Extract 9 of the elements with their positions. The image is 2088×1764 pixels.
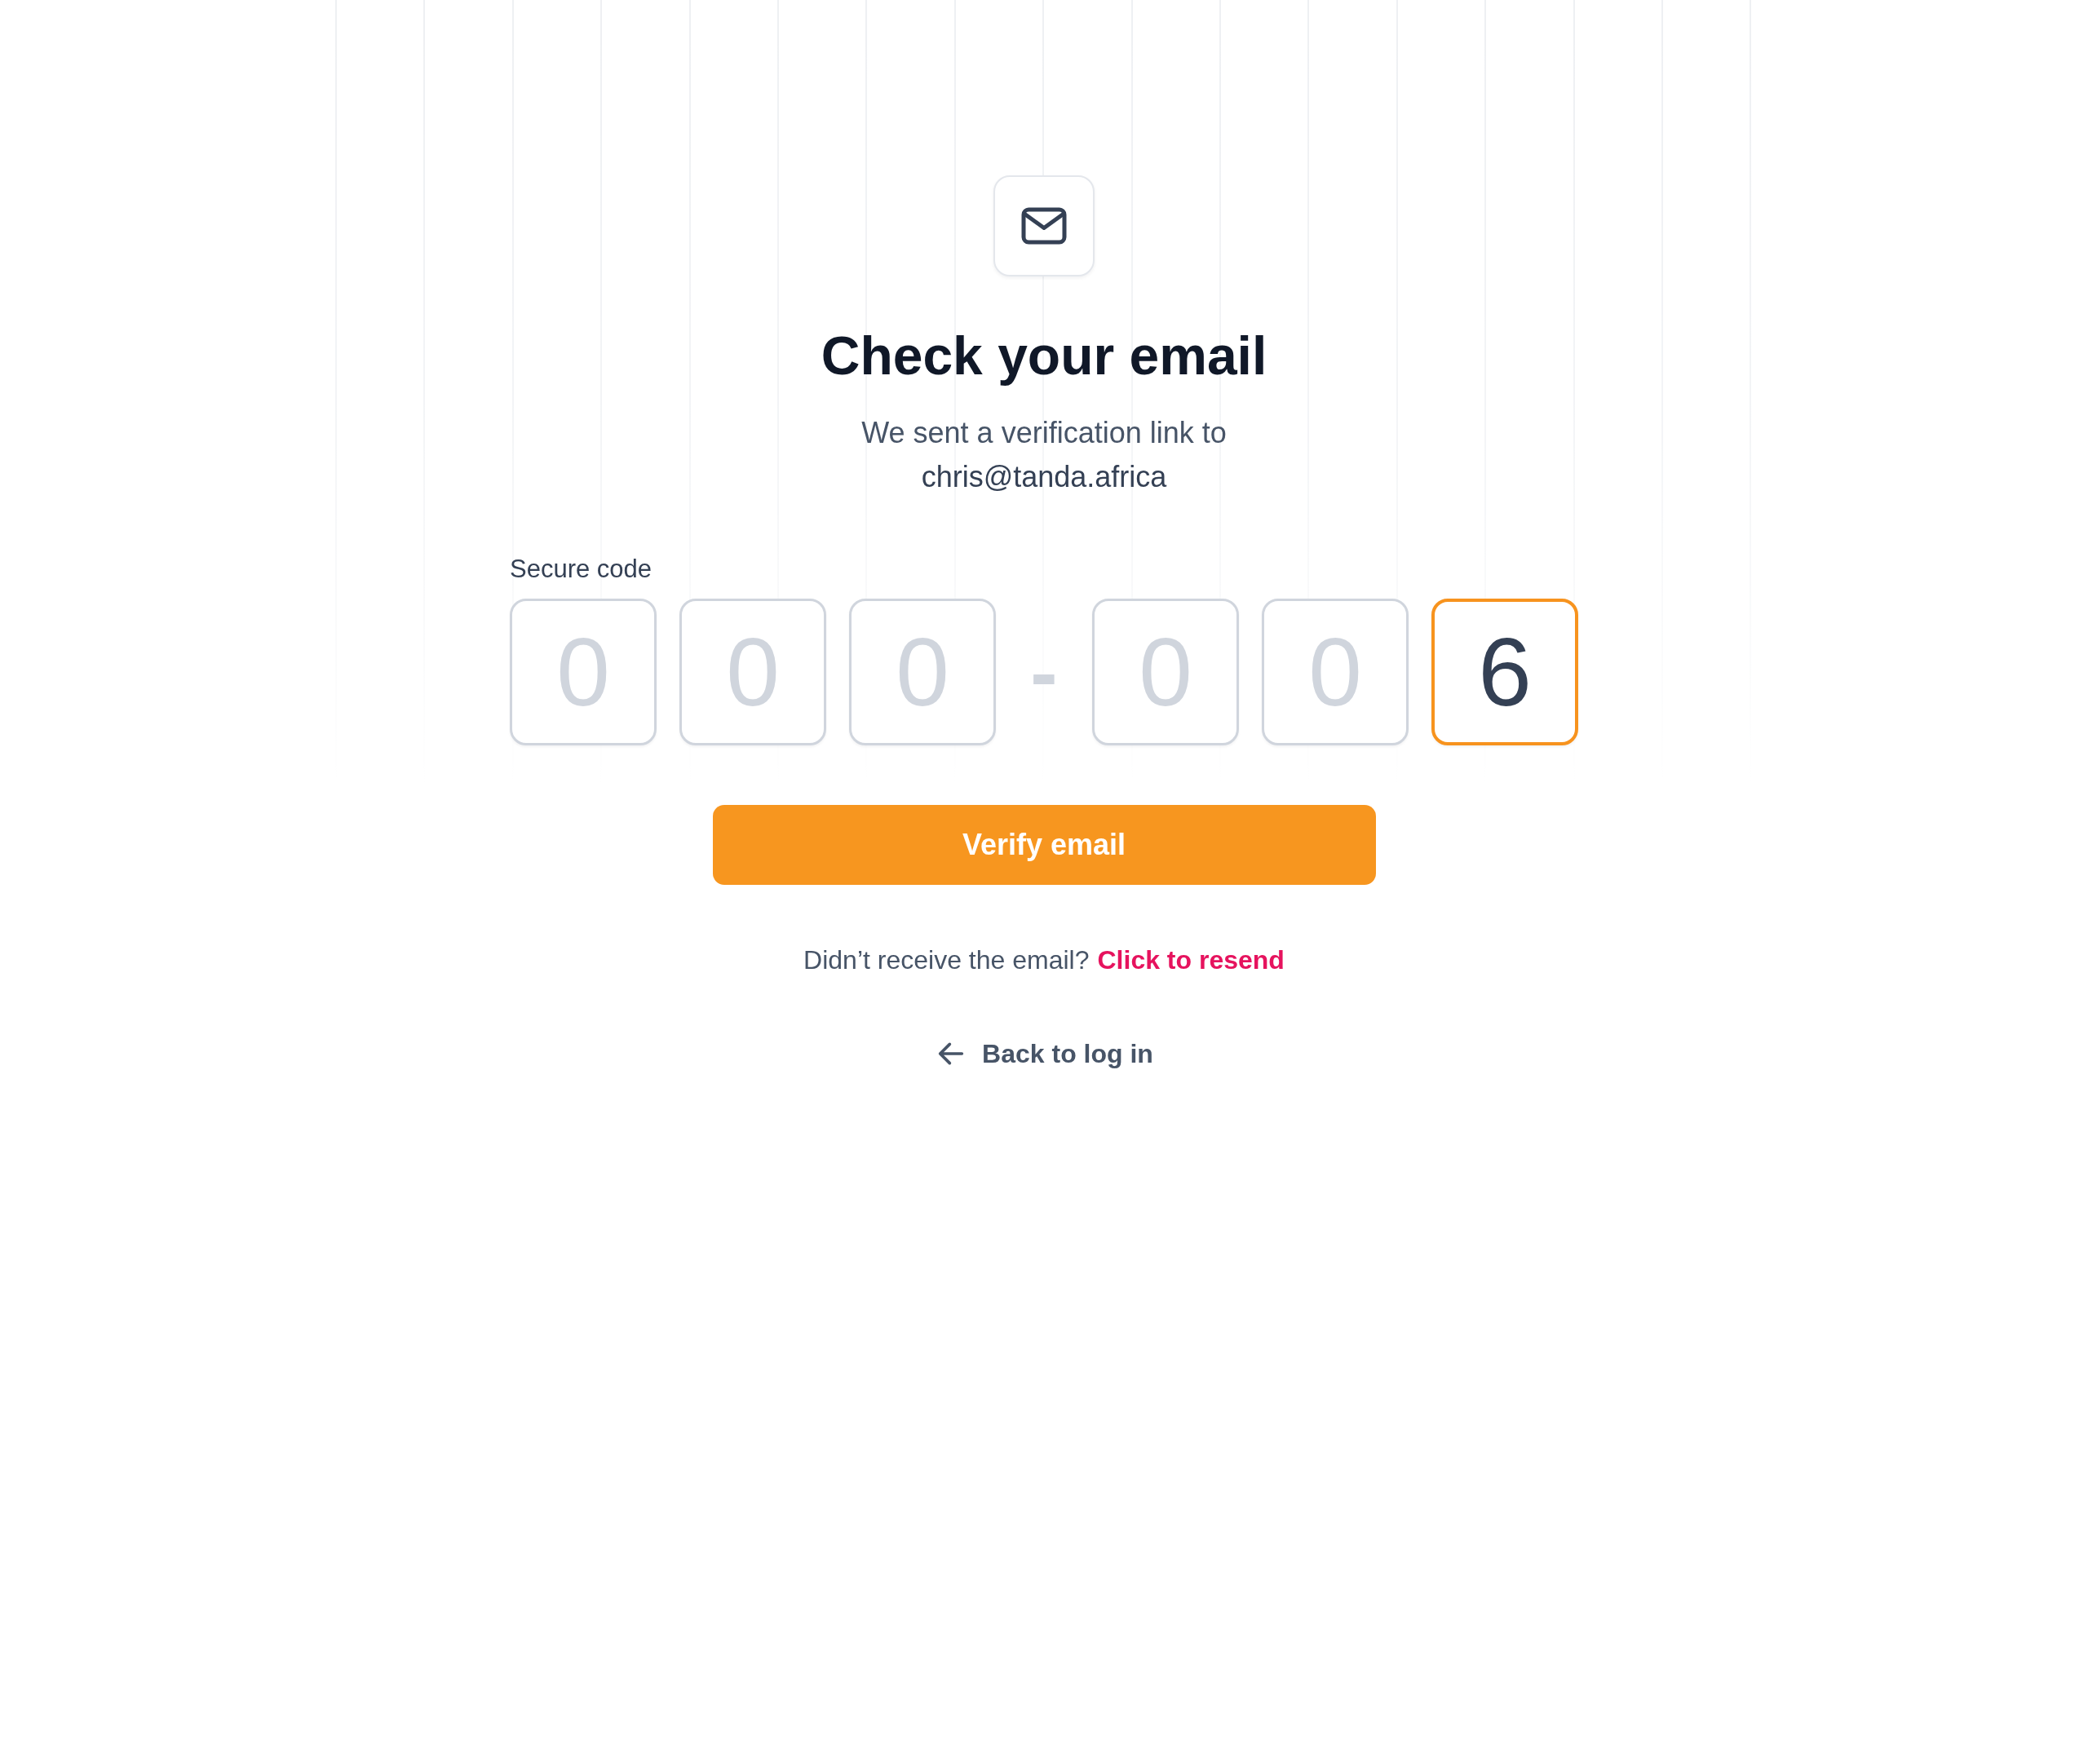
email-address: chris@tanda.africa <box>921 459 1167 496</box>
separator-dash: - <box>1029 631 1059 714</box>
subtitle: We sent a verification link to <box>861 415 1227 452</box>
resend-prompt: Didn’t receive the email? <box>803 945 1090 976</box>
resend-link[interactable]: Click to resend <box>1097 945 1285 976</box>
digit-field[interactable]: 6 <box>1431 599 1578 746</box>
page-title: Check your email <box>821 325 1267 387</box>
back-link[interactable]: Back to log in <box>935 1037 1153 1071</box>
code-label: Secure code <box>510 555 652 585</box>
